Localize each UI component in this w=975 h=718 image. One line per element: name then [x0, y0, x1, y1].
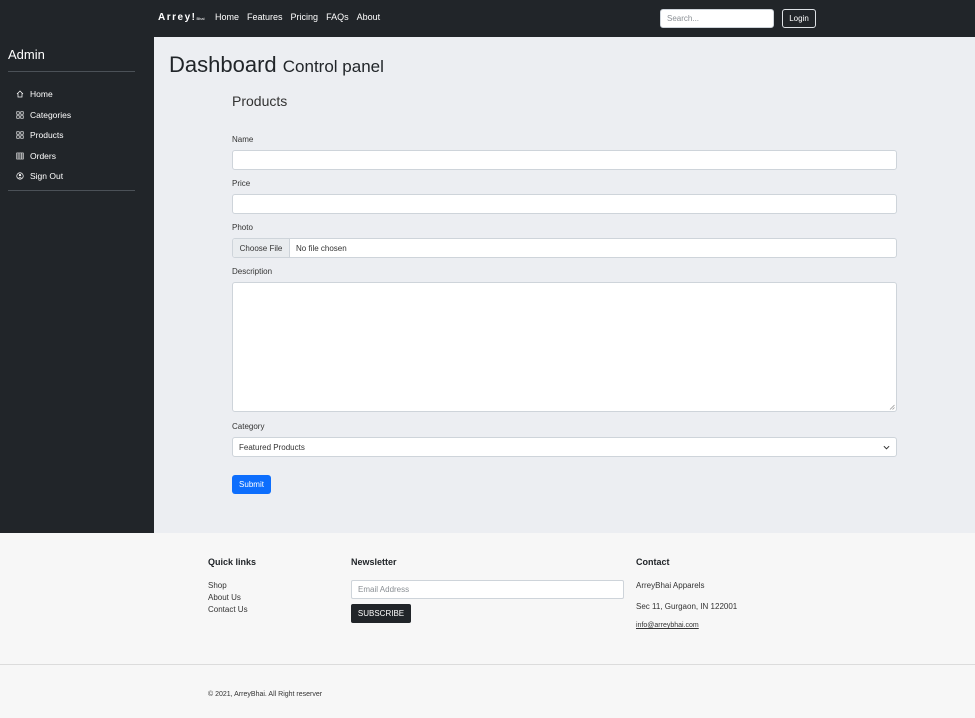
newsletter-heading: Newsletter [351, 557, 397, 567]
contact-email-link[interactable]: info@arreybhai.com [636, 622, 699, 629]
resize-grip-icon[interactable] [889, 404, 895, 410]
search-input[interactable] [660, 9, 774, 28]
sidebar-item-home[interactable]: Home [16, 84, 71, 105]
grid-icon [16, 131, 24, 139]
subscribe-button[interactable]: SUBSCRIBE [351, 604, 411, 623]
footer-link-contact-us[interactable]: Contact Us [208, 605, 248, 614]
nav-links: Home Features Pricing FAQs About [215, 12, 380, 22]
nav-link-faqs[interactable]: FAQs [326, 12, 349, 22]
sidebar-divider [8, 190, 135, 191]
top-navbar: Arrey!Bhai Home Features Pricing FAQs Ab… [0, 0, 975, 37]
quick-links-heading: Quick links [208, 557, 257, 567]
user-circle-icon [16, 172, 24, 180]
copyright-text: © 2021, ArreyBhai. All Right reserver [208, 691, 323, 698]
submit-button[interactable]: Submit [232, 475, 271, 494]
brand-suffix: Bhai [196, 16, 205, 21]
description-label: Description [232, 267, 273, 276]
login-button[interactable]: Login [782, 9, 816, 28]
contact-heading: Contact [636, 557, 670, 567]
nav-link-home[interactable]: Home [215, 12, 239, 22]
sidebar-nav: Home Categories Products Orders Sign Out [16, 84, 71, 187]
page-title: Dashboard Control panel [169, 52, 384, 78]
footer-link-about-us[interactable]: About Us [208, 593, 241, 602]
category-select[interactable]: Featured Products [232, 437, 897, 457]
sidebar-item-label: Orders [30, 150, 56, 161]
brand-logo[interactable]: Arrey!Bhai [158, 12, 204, 23]
price-input[interactable] [232, 194, 897, 214]
company-address: Sec 11, Gurgaon, IN 122001 [636, 602, 738, 611]
brand-name: Arrey! [158, 12, 197, 23]
sidebar-item-label: Sign Out [30, 171, 64, 182]
sidebar-item-label: Products [30, 130, 64, 141]
sidebar-item-products[interactable]: Products [16, 125, 71, 146]
chevron-down-icon [883, 445, 890, 450]
footer-link-shop[interactable]: Shop [208, 581, 227, 590]
description-textarea[interactable] [232, 282, 897, 412]
sidebar-title: Admin [8, 47, 45, 62]
name-label: Name [232, 135, 254, 144]
footer: Quick links Shop About Us Contact Us New… [0, 533, 975, 718]
main-content: Dashboard Control panel Products Name Pr… [154, 37, 975, 533]
sidebar-item-sign-out[interactable]: Sign Out [16, 166, 71, 187]
category-selected-value: Featured Products [239, 442, 305, 452]
house-icon [16, 90, 24, 98]
sidebar-item-label: Home [30, 89, 53, 100]
page-subtitle: Control panel [282, 57, 384, 76]
sidebar-divider [8, 71, 135, 72]
category-label: Category [232, 422, 265, 431]
photo-label: Photo [232, 223, 253, 232]
company-name: ArreyBhai Apparels [636, 581, 705, 590]
file-status: No file chosen [296, 243, 347, 253]
grid-icon [16, 111, 24, 119]
sidebar-item-categories[interactable]: Categories [16, 105, 71, 126]
table-icon [16, 152, 24, 160]
sidebar: Admin Home Categories Products Orders Si… [0, 37, 154, 533]
section-title: Products [232, 93, 288, 109]
photo-file-input[interactable]: Choose File No file chosen [232, 238, 897, 258]
nav-link-features[interactable]: Features [247, 12, 283, 22]
sidebar-item-orders[interactable]: Orders [16, 146, 71, 167]
choose-file-button[interactable]: Choose File [233, 239, 290, 257]
price-label: Price [232, 179, 251, 188]
footer-divider [0, 664, 975, 665]
sidebar-item-label: Categories [30, 109, 72, 120]
nav-link-pricing[interactable]: Pricing [291, 12, 319, 22]
page-title-text: Dashboard [169, 52, 277, 77]
email-address-input[interactable] [351, 580, 624, 599]
nav-link-about[interactable]: About [357, 12, 381, 22]
name-input[interactable] [232, 150, 897, 170]
